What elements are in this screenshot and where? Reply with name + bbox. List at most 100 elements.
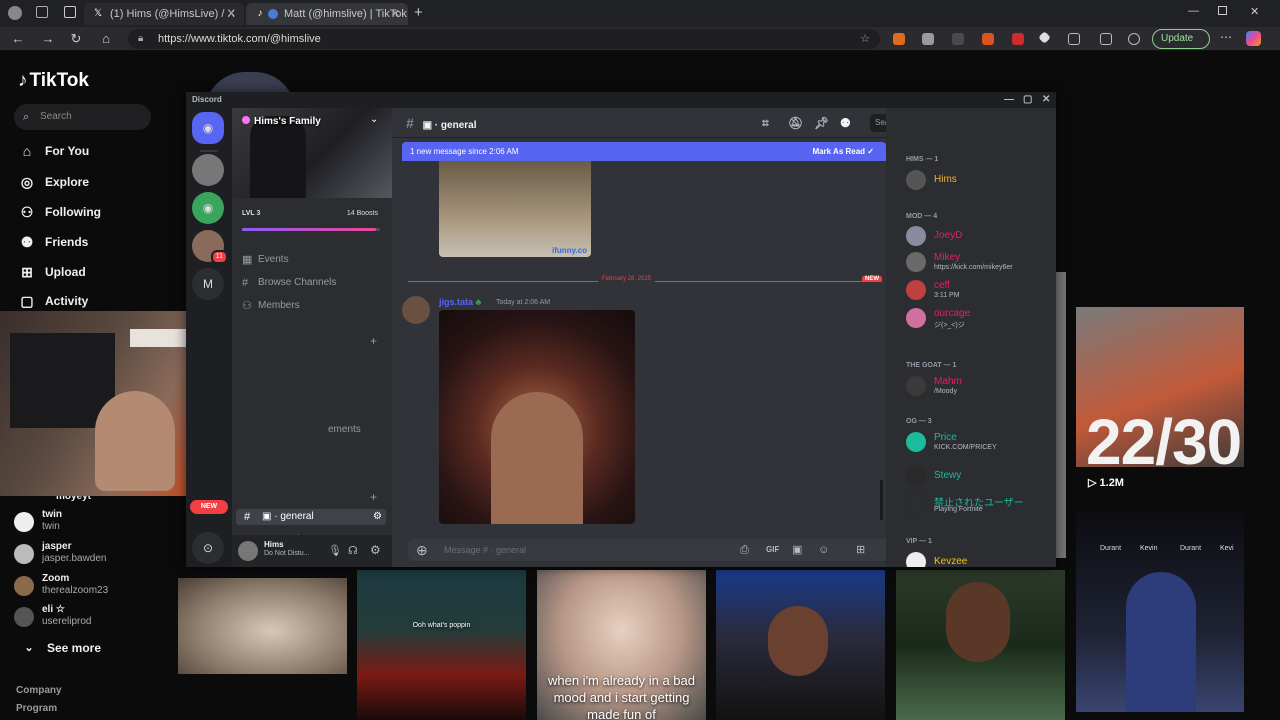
tiktok-logo[interactable]: ♪ TikTok (18, 70, 89, 92)
member-item[interactable]: Stewy (906, 464, 1056, 490)
more-menu-icon[interactable]: ⋯ (1220, 30, 1232, 44)
nav-activity[interactable]: ▢ Activity (18, 292, 88, 310)
new-tab-icon[interactable]: + (414, 4, 423, 21)
member-item[interactable]: JoeyD (906, 224, 1056, 250)
extensions-puzzle-icon[interactable] (1068, 33, 1080, 45)
nav-upload[interactable]: ⊞ Upload (18, 263, 86, 281)
channel-events[interactable]: ▦ Events (242, 252, 289, 268)
server-name[interactable]: Hims's Family (242, 116, 321, 127)
member-item[interactable]: ourcage ジ(>_<)ジ (906, 306, 1056, 332)
minimize-icon[interactable]: — (1004, 92, 1014, 108)
member-item[interactable]: Price KICK.COM/PRICEY (906, 430, 1056, 456)
home-icon[interactable]: ⌂ (98, 31, 114, 47)
channel-general[interactable]: # ▣ · general ⚙ (236, 509, 386, 525)
threads-icon[interactable]: ⌗ (762, 108, 769, 138)
maximize-icon[interactable]: ▢ (1023, 92, 1032, 108)
restore-icon[interactable] (1218, 6, 1227, 15)
favorites-icon[interactable] (1100, 33, 1112, 45)
new-messages-banner[interactable]: 1 new message since 2:06 AM Mark As Read… (402, 142, 886, 161)
tab-x[interactable]: 𝕏 (1) Hims (@HimsLive) / X ✕ (84, 3, 244, 25)
member-list-icon[interactable]: ⚉ (840, 108, 851, 138)
extension-icon[interactable] (1012, 33, 1024, 45)
extension-icon[interactable] (982, 33, 994, 45)
forward-icon[interactable]: → (40, 31, 56, 47)
see-more-button[interactable]: ⌄ See more (20, 639, 101, 657)
update-button[interactable]: Update (1152, 29, 1210, 49)
nav-following[interactable]: ⚇ Following (18, 203, 101, 221)
close-icon[interactable]: ✕ (227, 7, 236, 20)
avatar[interactable] (238, 541, 258, 561)
member-item[interactable]: ceff 3:11 PM (906, 278, 1056, 304)
chevron-down-icon[interactable]: ⌄ (370, 114, 378, 125)
extension-icon[interactable] (952, 33, 964, 45)
workspaces-icon[interactable] (36, 6, 48, 18)
add-channel-icon[interactable]: + (370, 490, 377, 504)
boost-progress-label[interactable]: LVL 3 14 Boosts (242, 210, 382, 217)
mute-icon[interactable]: 🔕︎ (788, 108, 803, 138)
address-bar[interactable]: 🔒︎ https://www.tiktok.com/@himslive ☆ (128, 29, 880, 49)
sticker-icon[interactable]: ▣ (792, 539, 802, 561)
profile-avatar[interactable] (8, 6, 22, 20)
tab-tiktok[interactable]: ♪ Matt (@himslive) | TikTok ✕ (246, 3, 408, 25)
avatar[interactable] (402, 296, 430, 324)
headphones-icon[interactable]: ☊ (348, 544, 358, 557)
pin-icon[interactable]: 📌︎ (814, 108, 829, 138)
apps-icon[interactable]: ⊞ (856, 539, 865, 561)
server-icon[interactable] (192, 154, 224, 186)
close-window-icon[interactable]: ✕ (1250, 5, 1259, 18)
copilot-icon[interactable] (1246, 31, 1261, 46)
attachment-image[interactable]: ifunny.co (439, 161, 591, 257)
add-channel-icon[interactable]: + (370, 334, 377, 348)
discover-icon[interactable]: ⊙ (192, 532, 224, 564)
channel-announcements[interactable]: ements (328, 422, 361, 438)
video-thumbnail[interactable] (1056, 272, 1066, 558)
server-icon[interactable]: 11 (192, 230, 228, 264)
gear-icon[interactable]: ⚙ (373, 509, 382, 525)
member-item[interactable]: Mikey https://kick.com/mikey6er (906, 250, 1056, 276)
server-icon[interactable]: ◉ (192, 192, 224, 224)
close-icon[interactable]: ✕ (391, 7, 400, 20)
discord-home-icon[interactable]: ◉ (192, 112, 224, 144)
search-input[interactable]: ⌕ Search (14, 104, 151, 130)
user-settings-icon[interactable]: ⚙ (370, 543, 381, 557)
extension-icon[interactable] (922, 33, 934, 45)
video-thumbnail[interactable] (178, 578, 347, 674)
add-attachment-icon[interactable]: ⊕ (416, 539, 428, 561)
close-icon[interactable]: ✕ (1042, 92, 1050, 108)
nav-for-you[interactable]: ⌂ For You (18, 142, 89, 160)
footer-company-link[interactable]: Company (16, 685, 62, 696)
minimize-icon[interactable]: — (1188, 5, 1199, 17)
gif-icon[interactable]: GIF (766, 539, 779, 561)
history-icon[interactable] (1128, 33, 1140, 45)
server-icon[interactable]: M (192, 268, 224, 300)
member-item[interactable]: Hims (906, 168, 1056, 194)
channel-browse[interactable]: # Browse Channels (242, 275, 336, 291)
channel-members[interactable]: ⚇ Members (242, 298, 300, 314)
footer-program-link[interactable]: Program (16, 703, 57, 714)
bookmark-star-icon[interactable]: ☆ (860, 29, 870, 49)
new-badge[interactable]: NEW (190, 500, 228, 514)
nav-friends[interactable]: ⚉ Friends (18, 233, 89, 251)
scrollbar[interactable] (880, 480, 883, 520)
emoji-icon[interactable]: ☺ (818, 539, 829, 561)
video-thumbnail[interactable]: when i'm already in a bad mood and i sta… (537, 570, 706, 720)
gift-icon[interactable]: ⎙ (740, 539, 749, 561)
back-icon[interactable]: ← (10, 31, 26, 47)
video-thumbnail[interactable] (896, 570, 1065, 720)
reload-icon[interactable]: ↻ (68, 31, 84, 47)
message-author[interactable]: jigs.tata ♣ (439, 297, 481, 307)
video-thumbnail[interactable]: Ooh what's poppin (357, 570, 526, 720)
member-item[interactable]: Kevzee (906, 550, 1056, 567)
nav-explore[interactable]: ◎ Explore (18, 173, 89, 191)
microphone-icon[interactable]: 🎙︎ (328, 544, 342, 557)
member-item[interactable]: Mahm/Moody (906, 374, 1056, 400)
extension-icon[interactable] (1038, 31, 1051, 44)
mark-as-read-button[interactable]: Mark As Read ✓ (812, 142, 874, 161)
attachment-image[interactable] (439, 310, 635, 524)
member-item[interactable]: 禁止されたユーザー Playing Fortnite (906, 492, 1056, 518)
extension-icon[interactable] (893, 33, 905, 45)
tab-actions-icon[interactable] (64, 6, 76, 18)
video-thumbnail[interactable] (716, 570, 885, 720)
video-thumbnail[interactable]: Durant Kevin Durant Kevi (1076, 512, 1244, 712)
message-input[interactable]: ⊕ Message # · general ⎙ GIF ▣ ☺ ⊞ (408, 539, 892, 561)
